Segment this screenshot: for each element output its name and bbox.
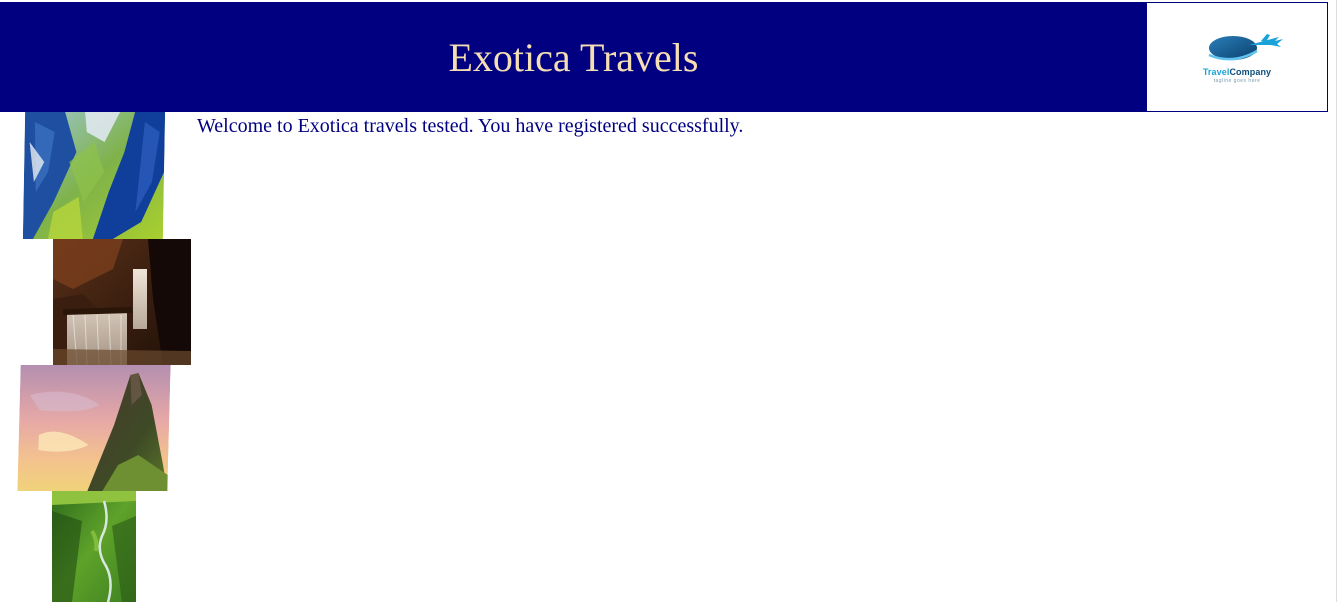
airplane-globe-icon: [1208, 33, 1283, 60]
site-header: Exotica Travels: [0, 2, 1147, 112]
gallery-image-aerial-river: [22, 112, 166, 239]
gallery-image-green-valley: [52, 491, 136, 602]
logo-brand-text: TravelCompany: [1202, 66, 1272, 77]
site-title: Exotica Travels: [448, 35, 699, 80]
gallery-image-mountain-sunset: [17, 365, 171, 491]
gallery-image-waterfall: [53, 239, 191, 365]
destination-gallery: [0, 112, 200, 602]
page: Exotica Travels TravelCompany tagline go…: [0, 0, 1339, 602]
company-logo[interactable]: TravelCompany tagline goes here: [1146, 2, 1328, 112]
page-scroll-edge: [1336, 0, 1337, 602]
logo-tagline: tagline goes here: [1213, 77, 1261, 84]
registration-success-message: Welcome to Exotica travels tested. You h…: [197, 115, 744, 137]
